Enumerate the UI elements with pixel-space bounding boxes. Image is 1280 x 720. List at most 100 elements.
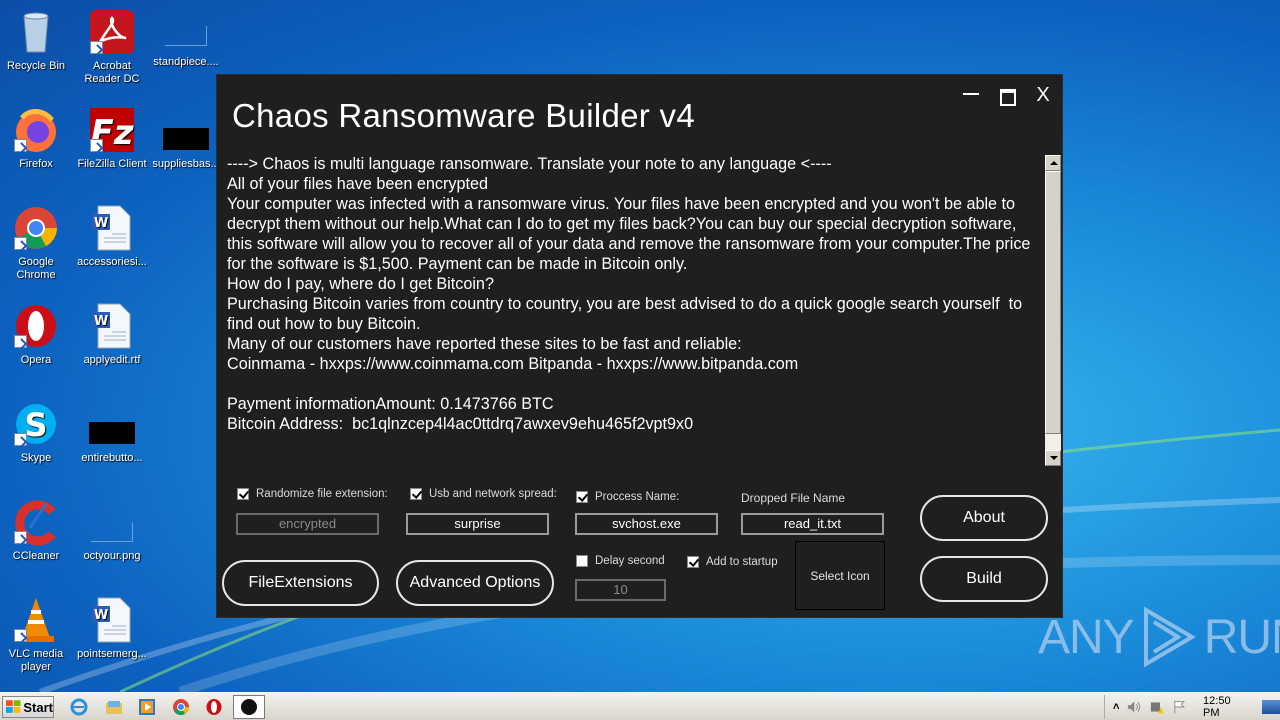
desktop-icon-acrobat[interactable]: Acrobat Reader DC [74,8,150,86]
system-tray: ˄ 12:50 PM [1104,695,1280,719]
svg-text:S: S [24,406,47,444]
play-logo-icon [1143,606,1196,668]
desktop-icon-label: CCleaner [12,550,60,562]
close-button[interactable]: X [1031,85,1055,105]
filezilla-icon: Fz [88,106,136,154]
svg-text:W: W [94,216,108,231]
desktop-icon-label: entirebutto... [81,452,143,464]
dropped-file-label: Dropped File Name [741,491,846,505]
desktop-icon-label: Skype [20,452,52,464]
desktop-icon-applyedit[interactable]: W applyedit.rtf [74,302,150,367]
window-title: Chaos Ransomware Builder v4 [232,97,695,134]
ccleaner-icon [12,498,60,546]
checkbox-checked-icon [237,488,249,500]
file-extensions-button[interactable]: FileExtensions [222,560,379,606]
process-name-input[interactable]: svchost.exe [575,513,718,535]
ransom-note-textarea[interactable]: ----> Chaos is multi language ransomware… [227,154,1045,466]
extension-input[interactable]: encrypted [236,513,379,535]
about-button[interactable]: About [920,495,1048,541]
desktop-icon-ccleaner[interactable]: CCleaner [0,498,74,563]
vlc-icon [12,596,60,644]
delay-seconds-input[interactable]: 10 [575,579,666,601]
desktop-icon-opera[interactable]: Opera [0,302,74,367]
desktop-icon-label: FileZilla Client [77,158,147,170]
dropped-file-input[interactable]: read_it.txt [741,513,884,535]
internet-explorer-icon[interactable] [70,698,88,716]
desktop-icon-pointsemerg[interactable]: W pointsemerg... [74,596,150,661]
volume-icon[interactable] [1127,700,1142,714]
recycle-bin-icon [12,8,60,56]
start-button[interactable]: Start [2,696,54,718]
desktop-icon-firefox[interactable]: Firefox [0,106,74,171]
minimize-button[interactable] [960,85,984,105]
chaos-builder-window: Chaos Ransomware Builder v4 X ----> Chao… [216,74,1063,618]
chrome-icon [12,204,60,252]
desktop-icon-vlc[interactable]: VLC media player [0,596,74,674]
black-image-icon [163,128,209,150]
process-name-checkbox[interactable]: Proccess Name: [576,491,679,503]
desktop-icon-label: VLC media player [8,648,64,673]
checkbox-unchecked-icon [576,555,588,567]
scroll-thumb[interactable] [1045,171,1061,434]
show-desktop-button[interactable] [1261,700,1280,714]
desktop-icon-accessories[interactable]: W accessoriesi... [74,204,150,269]
watermark-text-right: RUN [1203,610,1280,664]
note-scrollbar[interactable] [1045,155,1061,466]
word-doc-icon: W [88,596,136,644]
anyrun-watermark: ANY RUN [1038,606,1280,668]
image-file-icon [91,522,133,542]
chaos-app-icon [241,699,257,715]
desktop-icon-label: Acrobat Reader DC [84,60,140,85]
select-icon-button[interactable]: Select Icon [795,541,885,610]
checkbox-label: Add to startup [706,556,778,568]
desktop-icon-recycle-bin[interactable]: Recycle Bin [0,8,74,73]
checkbox-label: Proccess Name: [595,491,680,503]
start-label: Start [23,699,53,715]
desktop-icon-octyour[interactable]: octyour.png [74,498,150,563]
desktop-icon-label: applyedit.rtf [83,354,141,366]
maximize-button[interactable] [995,85,1019,106]
desktop-icon-label: Opera [20,354,52,366]
svg-text:W: W [94,608,108,623]
opera-icon [12,302,60,350]
scroll-up-arrow-icon[interactable] [1045,155,1061,171]
desktop-icon-standpiece[interactable]: standpiece.... [148,8,224,69]
checkbox-label: Delay second [595,555,665,567]
windows-logo-icon [6,700,21,713]
usb-spread-checkbox[interactable]: Usb and network spread: [410,488,557,500]
desktop-icon-entirebutto[interactable]: entirebutto... [74,400,150,465]
desktop-icon-label: Firefox [19,158,53,170]
delay-checkbox[interactable]: Delay second [576,555,665,567]
desktop-icon-suppliesbas[interactable]: suppliesbas... [148,106,224,171]
desktop-icon-label: suppliesbas... [152,158,220,170]
checkbox-checked-icon [576,491,588,503]
network-warning-icon[interactable] [1150,699,1165,715]
word-doc-icon: W [88,302,136,350]
action-center-flag-icon[interactable] [1173,699,1188,715]
firefox-icon [12,106,60,154]
scroll-down-arrow-icon[interactable] [1045,450,1061,466]
desktop-icon-label: accessoriesi... [77,256,147,268]
desktop-icon-skype[interactable]: S Skype [0,400,74,465]
add-to-startup-checkbox[interactable]: Add to startup [687,556,778,568]
opera-icon[interactable] [205,698,223,716]
show-hidden-icons-icon[interactable]: ˄ [1113,701,1119,713]
chrome-icon[interactable] [172,698,190,716]
checkbox-label: Randomize file extension: [256,488,388,500]
checkbox-checked-icon [687,556,699,568]
advanced-options-button[interactable]: Advanced Options [396,560,554,606]
media-player-icon[interactable] [138,698,156,716]
checkbox-label: Usb and network spread: [429,488,557,500]
clock[interactable]: 12:50 PM [1203,695,1246,719]
desktop-icon-chrome[interactable]: Google Chrome [0,204,74,282]
usb-spread-input[interactable]: surprise [406,513,549,535]
file-explorer-icon[interactable] [105,698,123,716]
desktop-icon-label: octyour.png [83,550,141,562]
desktop-icon-filezilla[interactable]: Fz FileZilla Client [74,106,150,171]
taskbar-chaos-app[interactable] [233,695,265,719]
word-doc-icon: W [88,204,136,252]
black-image-icon [89,422,135,444]
build-button[interactable]: Build [920,556,1048,602]
randomize-extension-checkbox[interactable]: Randomize file extension: [237,488,388,500]
skype-icon: S [12,400,60,448]
